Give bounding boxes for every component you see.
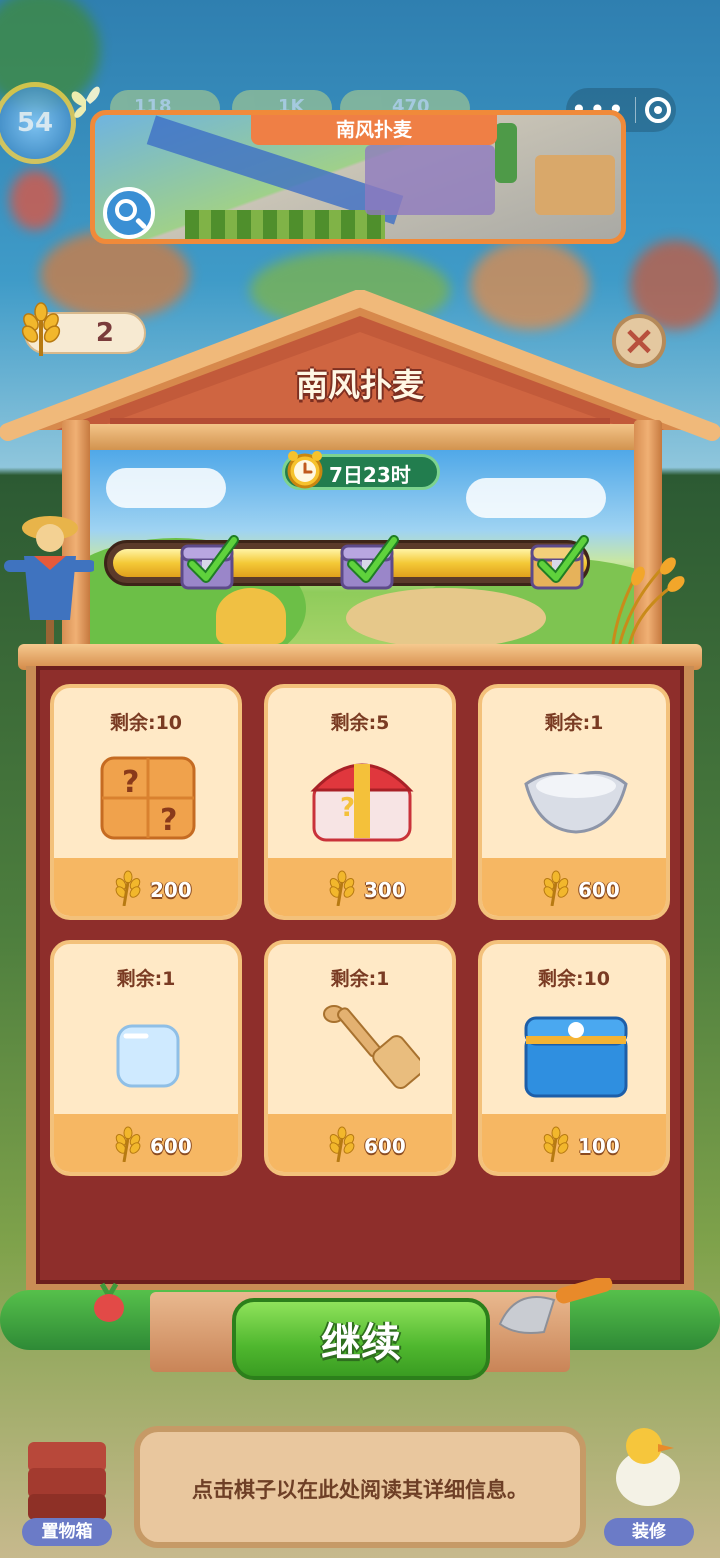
item-price: 600	[364, 1134, 406, 1158]
trowel-icon	[498, 1278, 613, 1334]
preview-crops	[185, 210, 385, 239]
item-remaining: 剩余:1	[116, 968, 176, 990]
continue-label: 继续	[321, 1320, 401, 1366]
blue-chest-icon	[524, 1016, 628, 1098]
item-remaining: 剩余:5	[330, 712, 390, 734]
shop-item-card[interactable]: 剩余:10 100	[478, 940, 670, 1176]
shop-item-card[interactable]: 剩余:5? 300	[264, 684, 456, 920]
item-price: 200	[150, 878, 192, 902]
milestone-chest-icon	[340, 535, 399, 590]
ice-cube-icon	[116, 1024, 180, 1088]
continue-button[interactable]: 继续	[232, 1298, 490, 1380]
silver-bowl-icon	[524, 770, 628, 834]
item-remaining: 剩余:10	[109, 712, 183, 734]
item-price-band: 200	[54, 858, 238, 916]
shop-item-card[interactable]: 剩余:1 600	[264, 940, 456, 1176]
scene-haystack	[216, 588, 286, 644]
preview-tower	[495, 123, 517, 183]
preview-market-stall	[535, 155, 615, 215]
shop-item-card[interactable]: 剩余:10?? 200	[50, 684, 242, 920]
decorate-button-label[interactable]: 装修	[604, 1518, 694, 1546]
close-icon: ×	[622, 318, 656, 364]
wheat-icon	[115, 870, 141, 906]
background-balloon	[10, 170, 60, 230]
close-button[interactable]: ×	[612, 314, 666, 368]
storage-button-label[interactable]: 置物箱	[22, 1518, 112, 1546]
milestone-chest-icon	[530, 535, 589, 590]
mystery-box-icon: ??	[100, 756, 196, 840]
radish-icon	[94, 1282, 124, 1322]
item-price-band: 600	[54, 1114, 238, 1172]
wheat-icon	[115, 1126, 141, 1162]
shop-title: 南风扑麦	[295, 366, 424, 404]
level-value: 54	[16, 108, 54, 138]
scene-cloud	[466, 478, 606, 518]
wheat-icon	[329, 870, 355, 906]
alarm-clock-icon	[287, 451, 323, 489]
milestone-chest-icon	[180, 535, 239, 590]
item-price-band: 300	[268, 858, 452, 916]
item-price-band: 600	[268, 1114, 452, 1172]
roof-beam	[82, 424, 642, 450]
milestone-chest[interactable]	[526, 530, 592, 596]
event-preview-banner[interactable]: 南风扑麦	[90, 110, 626, 244]
shop-item-card[interactable]: 剩余:1 600	[478, 684, 670, 920]
wheat-icon	[329, 1126, 355, 1162]
event-timer-text: 7日23时	[329, 463, 411, 487]
info-panel: 点击棋子以在此处阅读其详细信息。	[134, 1426, 586, 1548]
item-price-band: 600	[482, 858, 666, 916]
svg-text:?: ?	[122, 765, 139, 800]
item-remaining: 剩余:1	[544, 712, 604, 734]
item-remaining: 剩余:1	[330, 968, 390, 990]
wheat-icon	[543, 1126, 569, 1162]
storage-basket-icon[interactable]	[22, 1428, 112, 1524]
preview-shop-building	[365, 145, 495, 215]
svg-text:?: ?	[340, 793, 355, 823]
item-remaining: 剩余:10	[537, 968, 611, 990]
item-price: 600	[578, 878, 620, 902]
close-miniprogram-icon[interactable]	[645, 97, 672, 123]
scarecrow-icon	[4, 516, 94, 660]
shop-item-card[interactable]: 剩余:1 600	[50, 940, 242, 1176]
magnifier-icon[interactable]	[103, 187, 155, 239]
mystery-chest-icon: ?	[310, 763, 414, 842]
scene-cloud	[106, 468, 226, 508]
item-price: 100	[578, 1134, 620, 1158]
decorate-duck-icon[interactable]	[604, 1418, 694, 1514]
wheat-icon	[543, 870, 569, 906]
capsule-divider	[635, 97, 637, 123]
milestone-chest[interactable]	[176, 530, 242, 596]
svg-text:?: ?	[160, 803, 177, 838]
wheat-bundle-icon	[610, 557, 685, 652]
item-price-band: 100	[482, 1114, 666, 1172]
item-price: 300	[364, 878, 406, 902]
event-preview-title: 南风扑麦	[251, 115, 497, 145]
item-price: 600	[150, 1134, 192, 1158]
info-text: 点击棋子以在此处阅读其详细信息。	[192, 1478, 528, 1502]
milestone-chest[interactable]	[336, 530, 402, 596]
scene-path	[346, 588, 546, 648]
wooden-spatula-icon	[323, 1005, 420, 1089]
